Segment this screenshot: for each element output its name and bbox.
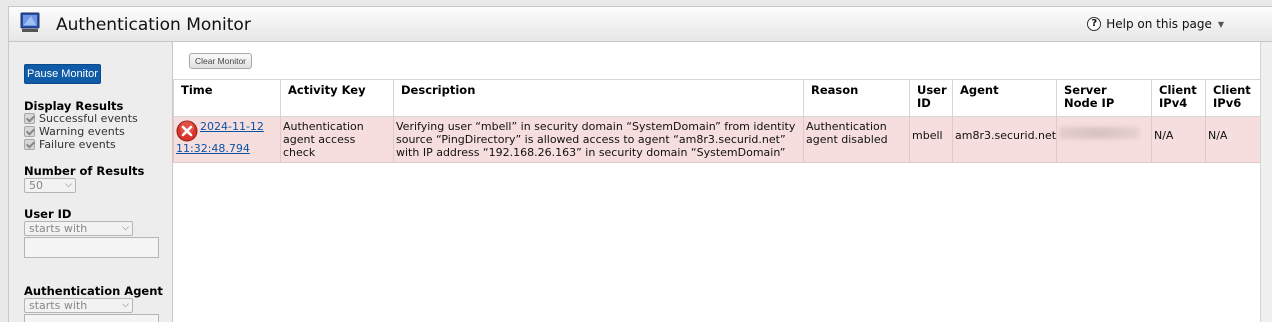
filter-sidebar: Pause Monitor Display Results Successful… [8, 42, 172, 322]
column-header-server-node-ip[interactable]: Server Node IP [1056, 79, 1152, 117]
agent-match-select[interactable]: starts with ⌵ [24, 298, 133, 313]
time-clock: 11:32:48.794 [176, 142, 250, 155]
column-header-time[interactable]: Time [173, 79, 281, 117]
cell-activity-key: Authentication agent access check [280, 116, 394, 163]
cell-client-ipv6: N/A [1205, 116, 1262, 163]
warning-events-checkbox[interactable]: Warning events [24, 125, 125, 138]
checkbox-checked-icon [24, 126, 35, 137]
select-value: starts with [29, 299, 88, 312]
column-header-client-ipv6[interactable]: Client IPv6 [1205, 79, 1262, 117]
monitor-app-icon [20, 12, 40, 32]
agent-input[interactable] [24, 314, 159, 322]
cell-server-node-ip [1056, 116, 1152, 163]
redacted-ip [1059, 127, 1139, 139]
user-id-match-select[interactable]: starts with ⌵ [24, 221, 133, 236]
pause-monitor-button[interactable]: Pause Monitor [24, 64, 101, 84]
chevron-down-icon: ⌵ [122, 223, 129, 233]
checkbox-checked-icon [24, 139, 35, 150]
select-value: 50 [29, 179, 43, 192]
cell-user-id: mbell [909, 116, 953, 163]
column-header-user-id[interactable]: User ID [909, 79, 953, 117]
help-icon: ? [1087, 17, 1102, 31]
number-of-results-select[interactable]: 50 ⌵ [24, 178, 76, 193]
user-id-label: User ID [24, 207, 72, 221]
table-header-row: Time Activity Key Description Reason Use… [173, 79, 1262, 117]
checkbox-checked-icon [24, 113, 35, 124]
chevron-down-icon: ▼ [1217, 19, 1224, 29]
clear-monitor-button[interactable]: Clear Monitor [189, 53, 253, 69]
help-menu[interactable]: ? Help on this page ▼ [1087, 17, 1224, 31]
select-value: starts with [29, 222, 88, 235]
cell-description: Verifying user “mbell” in security domai… [393, 116, 804, 163]
failure-events-checkbox[interactable]: Failure events [24, 138, 116, 151]
cell-agent: am8r3.securid.net [952, 116, 1057, 163]
column-header-activity-key[interactable]: Activity Key [280, 79, 394, 117]
checkbox-label: Failure events [39, 138, 116, 151]
user-id-input[interactable] [24, 237, 159, 258]
chevron-down-icon: ⌵ [65, 180, 72, 190]
display-results-label: Display Results [24, 99, 124, 113]
error-icon [176, 120, 198, 142]
cell-time: 2024-11-12 11:32:48.794 [173, 116, 281, 163]
cell-client-ipv4: N/A [1151, 116, 1206, 163]
column-header-reason[interactable]: Reason [803, 79, 910, 117]
checkbox-label: Warning events [39, 125, 125, 138]
events-table: Time Activity Key Description Reason Use… [173, 79, 1262, 163]
checkbox-label: Successful events [39, 112, 138, 125]
help-label: Help on this page [1106, 17, 1212, 31]
successful-events-checkbox[interactable]: Successful events [24, 112, 138, 125]
page-title: Authentication Monitor [56, 15, 251, 35]
table-row: 2024-11-12 11:32:48.794 Authentication ag… [173, 116, 1262, 163]
vertical-scrollbar[interactable] [1260, 42, 1272, 322]
time-date: 2024-11-12 [200, 120, 264, 133]
number-of-results-label: Number of Results [24, 164, 145, 178]
column-header-description[interactable]: Description [393, 79, 804, 117]
monitor-panel: Clear Monitor Time Activity Key Descript… [172, 42, 1262, 322]
column-header-client-ipv4[interactable]: Client IPv4 [1151, 79, 1206, 117]
page-header: Authentication Monitor ? Help on this pa… [8, 6, 1272, 42]
chevron-down-icon: ⌵ [122, 300, 129, 310]
column-header-agent[interactable]: Agent [952, 79, 1057, 117]
authentication-agent-label: Authentication Agent [24, 284, 163, 298]
cell-reason: Authentication agent disabled [803, 116, 910, 163]
